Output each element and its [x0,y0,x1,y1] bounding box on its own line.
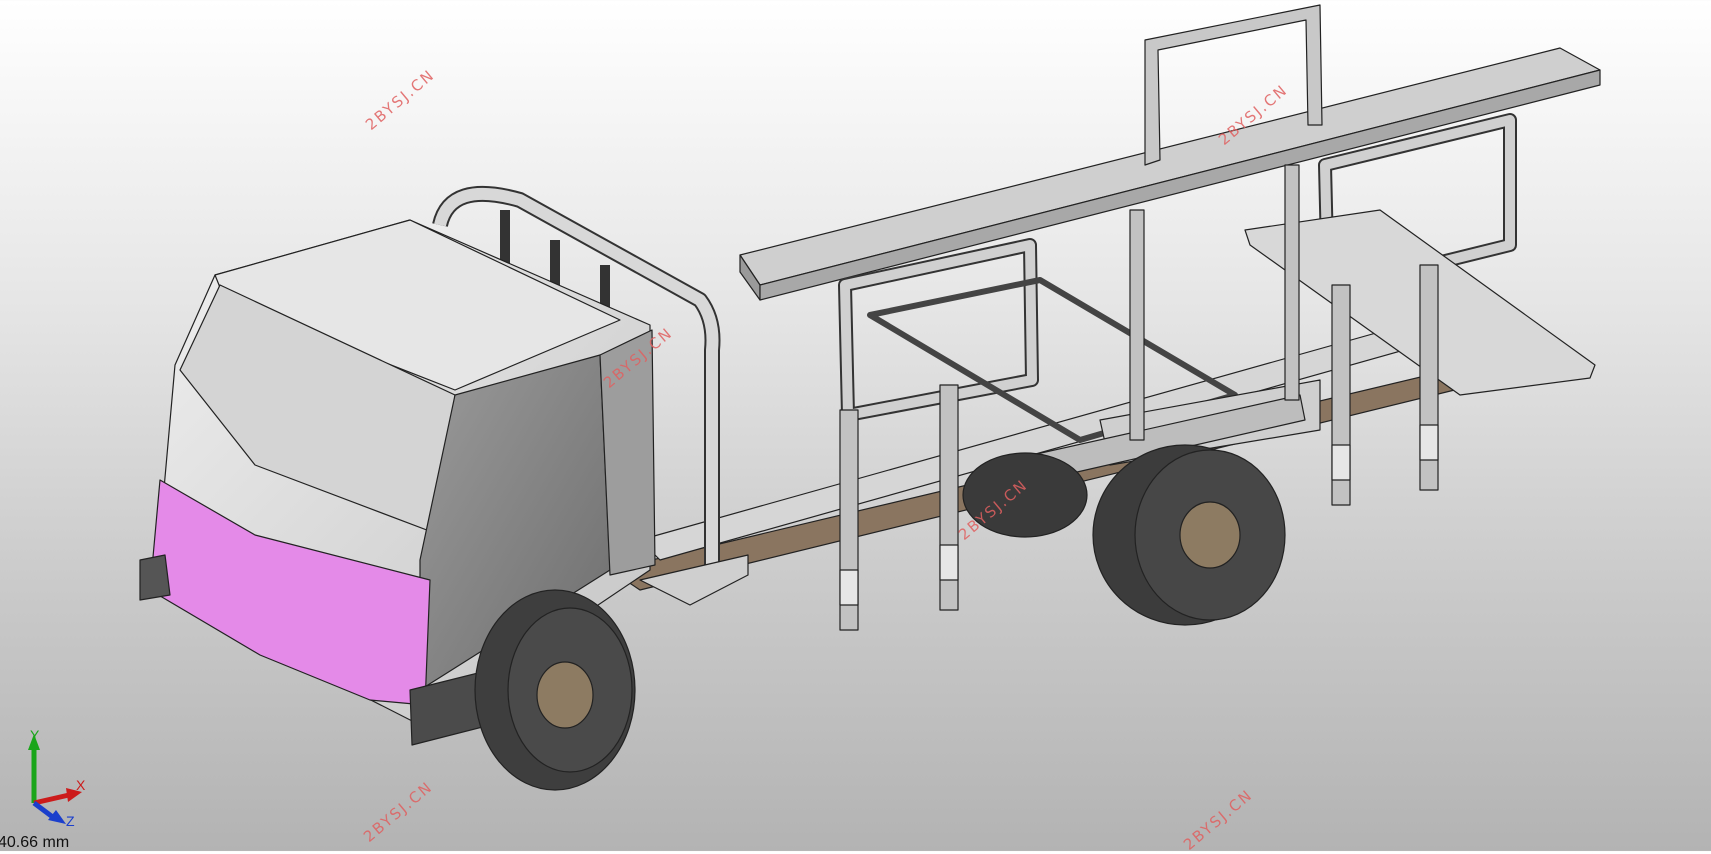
front-wheel [474,589,636,791]
orientation-triad[interactable]: Y X Z [14,728,94,828]
z-axis-label: Z [66,813,75,828]
x-axis-label: X [76,777,86,793]
truck-model[interactable] [139,4,1601,791]
x-axis-arrow [33,792,70,806]
y-axis-label: Y [30,728,40,743]
cad-3d-viewport[interactable] [0,0,1711,851]
scale-readout: 40.66 mm [0,834,70,851]
z-axis-arrow [32,801,56,820]
rear-wheel-assembly [962,444,1286,626]
